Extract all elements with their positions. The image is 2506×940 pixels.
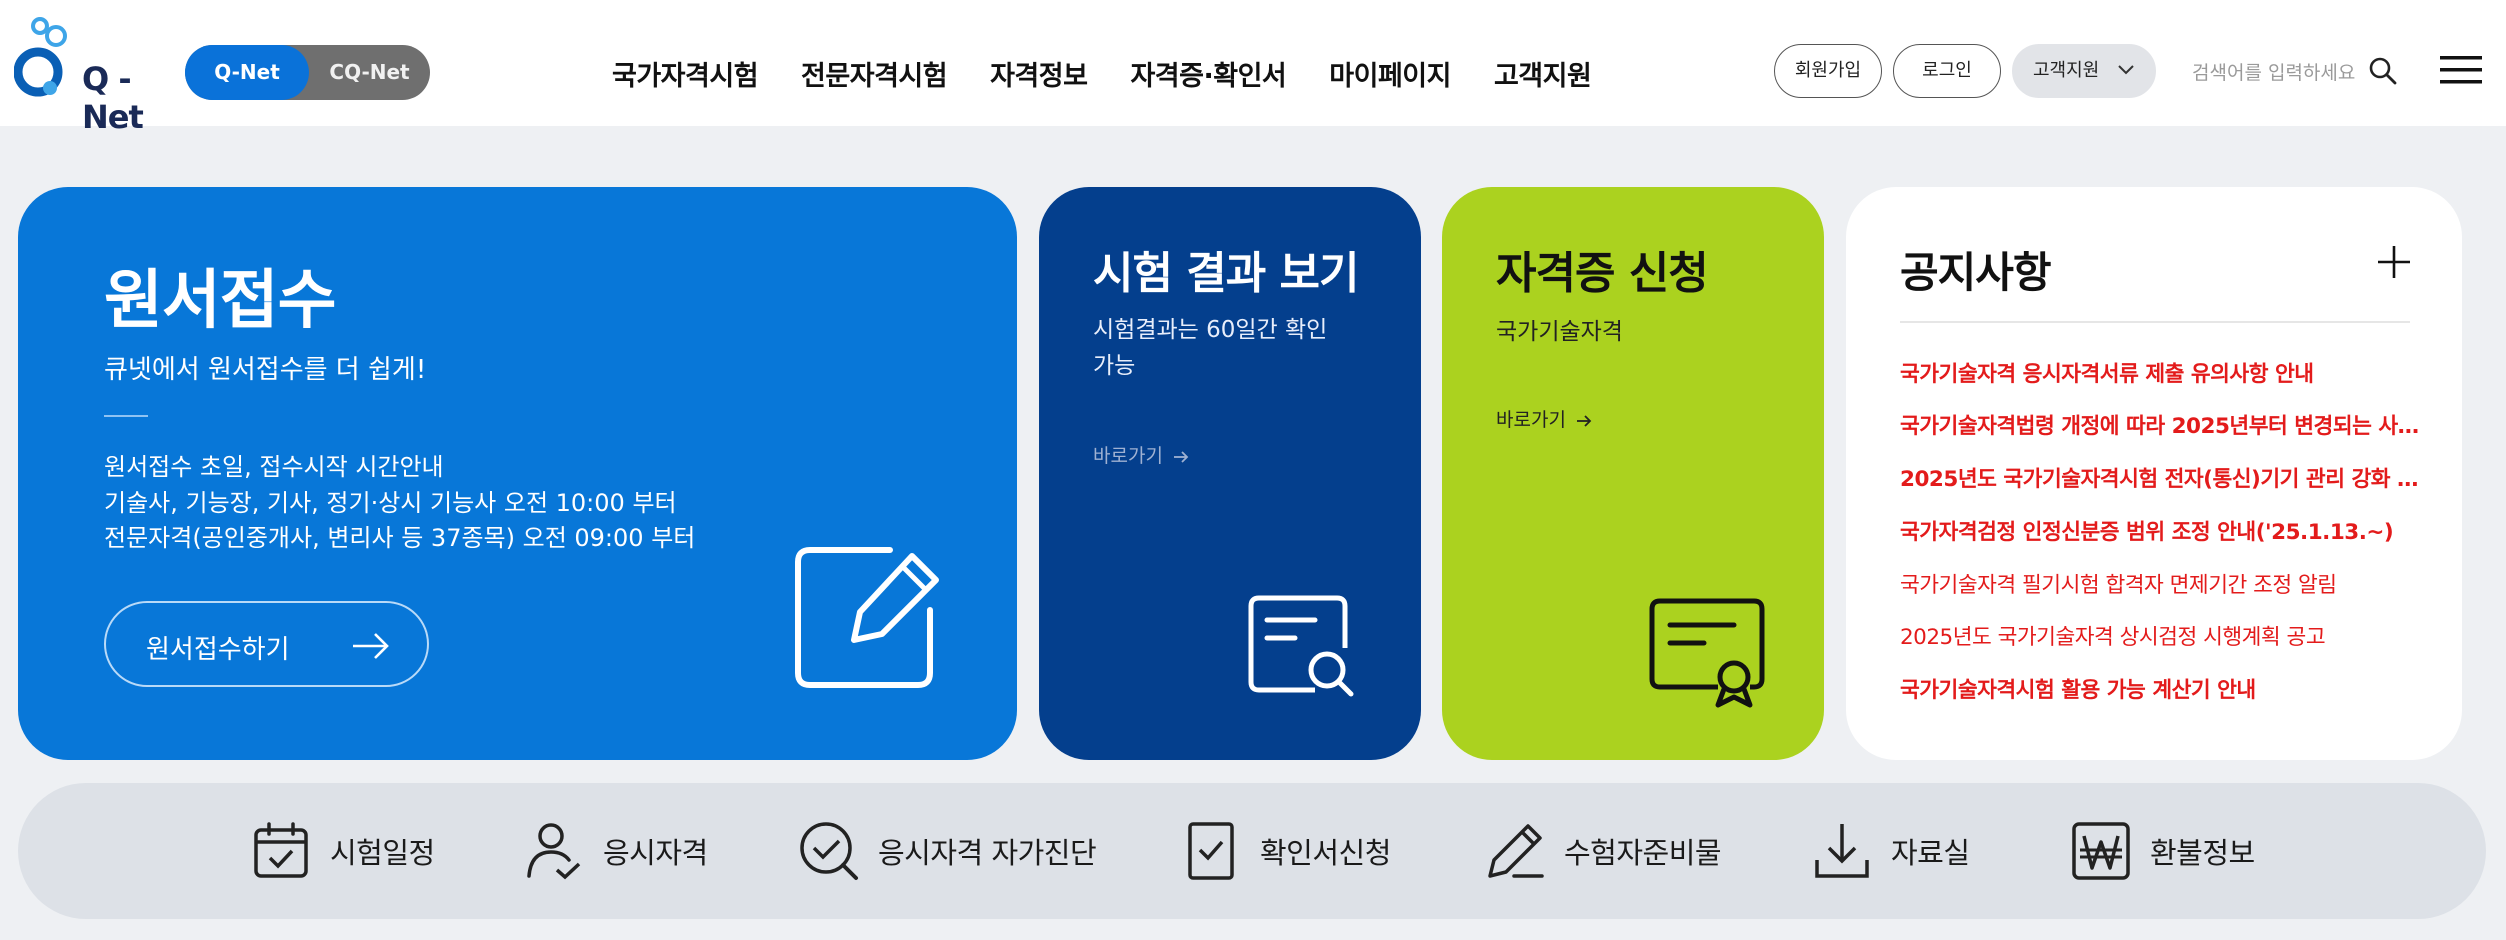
calendar-icon [254,822,308,878]
quick-confirmation-request[interactable]: 확인서신청 [1180,783,1391,919]
notice-item[interactable]: 국가기술자격법령 개정에 따라 2025년부터 변경되는 사항 안내 [1900,409,2420,440]
quick-refund[interactable]: 환불정보 [2070,783,2255,919]
notice-item[interactable]: 2025년도 국가기술자격 상시검정 시행계획 공고 [1900,620,2420,651]
edit-form-icon [795,547,939,688]
person-check-icon [527,823,581,880]
nav-national-exam[interactable]: 국가자격시험 [612,54,759,93]
quick-label: 확인서신청 [1260,836,1391,870]
quick-archive[interactable]: 자료실 [1811,783,1970,919]
notice-title: 공지사항 [1900,248,2052,297]
search-input[interactable]: 검색어를 입력하세요 [2192,58,2355,85]
arrow-right-icon [1576,414,1592,427]
results-title: 시험 결과 보기 [1093,248,1360,299]
toggle-cqnet[interactable]: CQ-Net [309,45,430,100]
notice-item[interactable]: 국가기술자격시험 활용 가능 계산기 안내 [1900,673,2420,704]
go-label: 바로가기 [1496,409,1566,431]
apply-button-label: 원서접수하기 [146,635,290,665]
document-check-icon [1188,822,1234,880]
pencil-icon [1488,824,1544,878]
application-subtitle: 큐넷에서 원서접수를 더 쉽게! [104,355,427,385]
logo-text: Q - Net [82,60,144,136]
plus-icon[interactable] [2376,244,2412,280]
support-dropdown[interactable]: 고객지원 [2012,44,2156,98]
main-nav: 국가자격시험 전문자격시험 자격정보 자격증·확인서 마이페이지 고객지원 [612,54,1634,93]
document-search-icon [1248,595,1354,697]
certificate-go-link[interactable]: 바로가기 [1496,405,1592,432]
nav-customer-support[interactable]: 고객지원 [1494,54,1592,93]
certificate-icon [1649,598,1765,708]
certificate-card[interactable]: 자격증 신청 국가기술자격 바로가기 [1442,187,1824,760]
notice-item[interactable]: 2025년도 국가기술자격시험 전자(통신)기기 관리 강화 안내 [1900,462,2420,493]
quick-label: 응시자격 [603,836,708,870]
certificate-title: 자격증 신청 [1496,248,1709,299]
quick-label: 응시자격 자가진단 [878,836,1097,870]
notice-card: 공지사항 국가기술자격 응시자격서류 제출 유의사항 안내 국가기술자격법령 개… [1846,187,2462,760]
divider [104,415,148,417]
go-label: 바로가기 [1093,445,1163,467]
download-icon [1815,824,1869,878]
search-icon[interactable] [2368,56,2398,86]
notice-item[interactable]: 국가자격검정 인정신분증 범위 조정 안내('25.1.13.~) [1900,515,2420,546]
application-info-line: 원서접수 초일, 접수시작 시간안내 [104,453,444,481]
quick-self-diagnosis[interactable]: 응시자격 자가진단 [798,783,1097,919]
hamburger-menu-icon[interactable] [2440,54,2482,86]
results-card[interactable]: 시험 결과 보기 시험결과는 60일간 확인 가능 바로가기 [1039,187,1421,760]
application-title: 원서접수 [104,264,337,338]
quick-label: 자료실 [1891,836,1970,870]
notice-item[interactable]: 국가기술자격 응시자격서류 제출 유의사항 안내 [1900,357,2420,388]
application-info-line: 기술사, 기능장, 기사, 정기·상시 기능사 오전 10:00 부터 [104,489,677,517]
site-toggle[interactable]: Q-Net CQ-Net [185,45,430,100]
quick-supplies[interactable]: 수험자준비물 [1484,783,1722,919]
results-desc: 시험결과는 60일간 확인 가능 [1093,317,1328,379]
quick-eligibility[interactable]: 응시자격 [523,783,708,919]
divider [1900,321,2410,323]
nav-qualification-info[interactable]: 자격정보 [990,54,1088,93]
quick-label: 시험일정 [330,836,435,870]
nav-professional-exam[interactable]: 전문자격시험 [801,54,948,93]
won-icon [2072,822,2130,880]
support-label: 고객지원 [2033,60,2100,81]
results-go-link[interactable]: 바로가기 [1093,441,1189,468]
header: Q - Net Q-Net CQ-Net 국가자격시험 전문자격시험 자격정보 … [0,0,2506,136]
toggle-qnet[interactable]: Q-Net [185,45,309,100]
quick-label: 환불정보 [2150,836,2255,870]
notice-item[interactable]: 국가기술자격 필기시험 합격자 면제기간 조정 알림 [1900,568,2420,599]
quick-label: 수험자준비물 [1564,836,1722,870]
quick-menu: 시험일정 응시자격 응시자격 자가진단 확인서신청 수험자준비물 자료실 환불정… [18,783,2486,919]
apply-button[interactable]: 원서접수하기 [104,601,429,687]
arrow-right-icon [1173,450,1189,463]
join-button[interactable]: 회원가입 [1774,44,1882,98]
application-card[interactable]: 원서접수 큐넷에서 원서접수를 더 쉽게! 원서접수 초일, 접수시작 시간안내… [18,187,1017,760]
quick-exam-schedule[interactable]: 시험일정 [250,783,435,919]
certificate-desc: 국가기술자격 [1496,319,1623,345]
login-button[interactable]: 로그인 [1893,44,2001,98]
check-search-icon [800,822,858,880]
qnet-logo[interactable]: Q - Net [13,16,144,136]
chevron-down-icon [2118,65,2134,75]
nav-certificate[interactable]: 자격증·확인서 [1130,54,1286,93]
application-info-line: 전문자격(공인중개사, 변리사 등 37종목) 오전 09:00 부터 [104,524,696,552]
arrow-right-icon [353,633,389,659]
nav-mypage[interactable]: 마이페이지 [1329,54,1451,93]
